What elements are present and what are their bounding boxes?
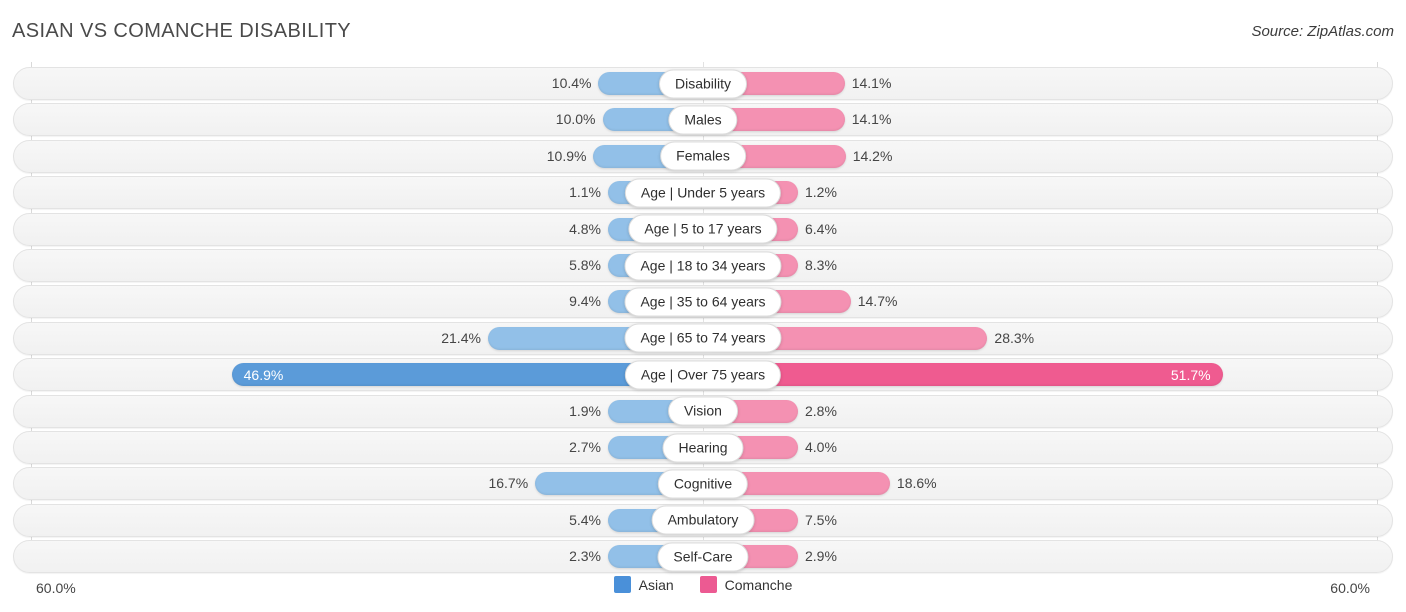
chart-row: 5.8% 8.3% Age | 18 to 34 years bbox=[13, 249, 1393, 282]
bar-value-asian: 5.4% bbox=[569, 511, 601, 528]
bar-comanche: 51.7% bbox=[703, 363, 1223, 387]
bar-value-asian: 4.8% bbox=[569, 220, 601, 237]
bar-value-asian: 21.4% bbox=[441, 329, 481, 346]
category-label-pill: Hearing bbox=[662, 433, 744, 462]
chart-row: 9.4% 14.7% Age | 35 to 64 years bbox=[13, 285, 1393, 319]
bar-value-asian: 5.8% bbox=[569, 257, 601, 273]
bar-value-comanche: 18.6% bbox=[896, 475, 937, 492]
legend-swatch-icon bbox=[613, 576, 631, 593]
chart-row: 1.1% 1.2% Age | Under 5 years bbox=[13, 176, 1393, 210]
chart-row: 21.4% 28.3% Age | 65 to 74 years bbox=[13, 321, 1393, 355]
bar-value-asian: 10.0% bbox=[555, 111, 596, 128]
legend-label: Comanche bbox=[724, 576, 793, 593]
category-label-pill: Ambulatory bbox=[651, 505, 755, 535]
bar-value-comanche: 28.3% bbox=[994, 329, 1035, 346]
category-label-pill: Age | Under 5 years bbox=[624, 178, 782, 208]
legend-swatch-icon bbox=[699, 576, 717, 593]
bar-value-comanche: 14.2% bbox=[852, 147, 893, 164]
bar-value-asian: 1.1% bbox=[569, 184, 601, 201]
diverging-bar-chart: 10.4% 14.1% Disability 10.0% 14.1% Males 10.9%… bbox=[0, 62, 1406, 574]
bar-value-asian: 9.4% bbox=[569, 293, 601, 310]
bar-value-comanche: 2.8% bbox=[805, 402, 837, 419]
chart-row: 10.9% 14.2% Females bbox=[13, 139, 1393, 173]
bar-value-asian: 10.9% bbox=[546, 147, 587, 164]
category-label-pill: Age | 35 to 64 years bbox=[624, 287, 782, 317]
legend-item-comanche[interactable]: Comanche bbox=[699, 576, 793, 593]
chart-row: 16.7% 18.6% Cognitive bbox=[13, 467, 1393, 501]
page-title: ASIAN VS COMANCHE DISABILITY bbox=[12, 20, 352, 42]
chart-row: 10.4% 14.1% Disability bbox=[13, 67, 1393, 100]
chart-row: 2.7% 4.0% Hearing bbox=[13, 431, 1393, 464]
chart-row: 10.0% 14.1% Males bbox=[13, 103, 1393, 137]
bar-value-comanche: 2.9% bbox=[805, 548, 837, 565]
bar-value-comanche: 6.4% bbox=[805, 220, 837, 237]
category-label-pill: Cognitive bbox=[657, 469, 749, 499]
bar-value-asian: 2.3% bbox=[569, 548, 601, 565]
bar-value-comanche: 7.5% bbox=[805, 511, 837, 528]
bar-value-asian: 46.9% bbox=[243, 366, 284, 383]
category-label-pill: Self-Care bbox=[657, 542, 749, 572]
bar-value-asian: 16.7% bbox=[488, 475, 529, 492]
chart-row: 1.9% 2.8% Vision bbox=[13, 394, 1393, 428]
category-label-pill: Age | 65 to 74 years bbox=[624, 323, 782, 353]
bar-value-comanche: 1.2% bbox=[805, 184, 837, 201]
bar-value-comanche: 8.3% bbox=[805, 257, 837, 273]
legend-item-asian[interactable]: Asian bbox=[613, 576, 674, 593]
source-attribution: Source: ZipAtlas.com bbox=[1251, 23, 1394, 40]
axis-label-right: 60.0% bbox=[1330, 580, 1370, 596]
bar-value-comanche: 14.1% bbox=[851, 111, 892, 128]
category-label-pill: Disability bbox=[658, 69, 748, 98]
bar-value-comanche: 4.0% bbox=[805, 439, 837, 455]
chart-header: ASIAN VS COMANCHE DISABILITY Source: Zip… bbox=[0, 0, 1406, 62]
category-label-pill: Age | 18 to 34 years bbox=[624, 251, 782, 280]
category-label-pill: Males bbox=[668, 105, 738, 135]
category-label-pill: Age | Over 75 years bbox=[624, 360, 782, 390]
axis-label-left: 60.0% bbox=[36, 580, 76, 596]
chart-row: 4.8% 6.4% Age | 5 to 17 years bbox=[13, 212, 1393, 246]
bar-value-comanche: 51.7% bbox=[1170, 366, 1211, 383]
chart-row: 5.4% 7.5% Ambulatory bbox=[13, 503, 1393, 537]
chart-row: 2.3% 2.9% Self-Care bbox=[13, 540, 1393, 574]
legend-label: Asian bbox=[638, 576, 674, 593]
category-label-pill: Females bbox=[660, 141, 746, 171]
category-label-pill: Vision bbox=[668, 396, 738, 426]
bar-value-comanche: 14.1% bbox=[851, 75, 892, 91]
chart-row: 46.9% 51.7% Age | Over 75 years bbox=[13, 358, 1393, 392]
bar-value-comanche: 14.7% bbox=[857, 293, 898, 310]
category-label-pill: Age | 5 to 17 years bbox=[628, 214, 778, 244]
chart-legend: Asian Comanche bbox=[0, 576, 1406, 593]
bar-value-asian: 10.4% bbox=[551, 75, 592, 91]
bar-value-asian: 1.9% bbox=[569, 402, 601, 419]
bar-value-asian: 2.7% bbox=[569, 439, 601, 455]
